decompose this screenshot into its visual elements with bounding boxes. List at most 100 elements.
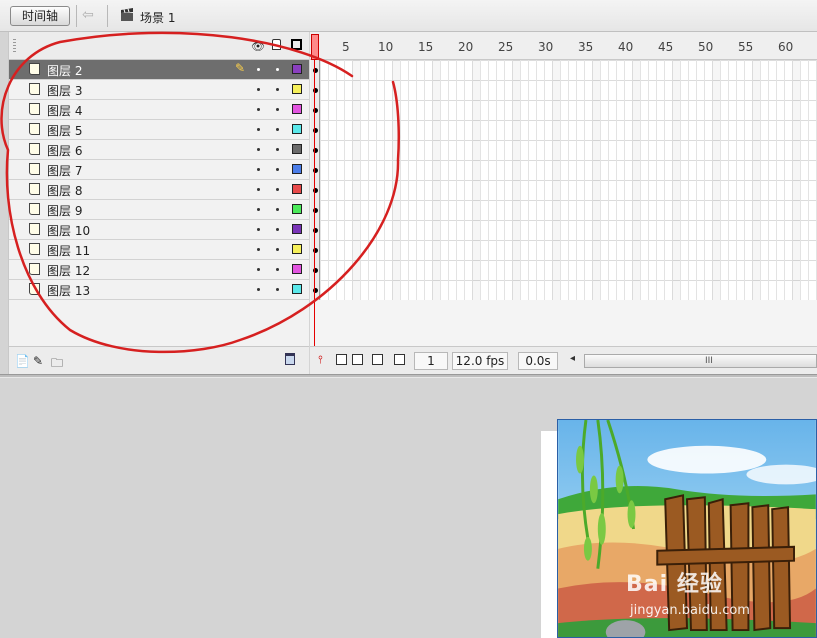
layer-name[interactable]: 图层 5 — [47, 122, 82, 139]
layer-row[interactable]: 图层 6 — [9, 140, 309, 160]
lock-toggle-dot[interactable] — [276, 208, 279, 211]
layer-row[interactable]: 图层 2 ✎ — [9, 60, 309, 80]
timeline-toggle-button[interactable]: 时间轴 — [10, 6, 70, 26]
lock-toggle-dot[interactable] — [276, 228, 279, 231]
layer-type-icon — [29, 163, 40, 175]
layer-name[interactable]: 图层 11 — [47, 242, 90, 259]
frame-ruler[interactable]: 5 10 15 20 25 30 35 40 45 50 55 60 — [310, 32, 817, 60]
layer-row[interactable]: 图层 9 — [9, 200, 309, 220]
panel-splitter[interactable] — [0, 374, 817, 378]
edit-multiple-frames-icon[interactable] — [372, 354, 383, 365]
layer-row[interactable]: 图层 12 — [9, 260, 309, 280]
add-motion-guide-icon[interactable]: ✎ — [33, 354, 43, 368]
layer-name[interactable]: 图层 12 — [47, 262, 90, 279]
layer-type-icon — [29, 263, 40, 275]
onion-skin-outlines-icon[interactable] — [352, 354, 363, 365]
lock-toggle-dot[interactable] — [276, 68, 279, 71]
layer-row[interactable]: 图层 3 — [9, 80, 309, 100]
lock-toggle-dot[interactable] — [276, 188, 279, 191]
lock-toggle-dot[interactable] — [276, 88, 279, 91]
lock-toggle-dot[interactable] — [276, 268, 279, 271]
outline-color-swatch[interactable] — [292, 224, 302, 234]
frame-rate-field[interactable]: 12.0 fps — [452, 352, 508, 370]
outline-color-swatch[interactable] — [292, 104, 302, 114]
show-hide-all-eye-icon[interactable]: 👁 — [251, 40, 265, 53]
outline-color-swatch[interactable] — [292, 184, 302, 194]
lock-toggle-dot[interactable] — [276, 108, 279, 111]
scrollbar-grip-icon[interactable]: III — [705, 356, 713, 366]
lock-toggle-dot[interactable] — [276, 168, 279, 171]
playhead-handle[interactable] — [311, 34, 319, 60]
layer-row[interactable]: 图层 11 — [9, 240, 309, 260]
onion-skin-icon[interactable] — [336, 354, 347, 365]
outline-color-swatch[interactable] — [292, 204, 302, 214]
scroll-left-arrow-icon[interactable]: ◂ — [570, 353, 575, 364]
layer-type-icon — [29, 83, 40, 95]
lock-toggle-dot[interactable] — [276, 288, 279, 291]
frame-number-label: 45 — [658, 40, 674, 54]
visibility-toggle-dot[interactable] — [257, 188, 260, 191]
toolbar-divider — [107, 5, 108, 27]
visibility-toggle-dot[interactable] — [257, 268, 260, 271]
timeline-toolbar: 时间轴 ⇦ 场景 1 — [0, 0, 817, 32]
insert-layer-folder-icon[interactable]: 🗀 — [51, 354, 63, 375]
outline-color-swatch[interactable] — [292, 284, 302, 294]
visibility-toggle-dot[interactable] — [257, 88, 260, 91]
lock-toggle-dot[interactable] — [276, 248, 279, 251]
frame-number-label: 55 — [738, 40, 754, 54]
layer-row[interactable]: 图层 7 — [9, 160, 309, 180]
modify-onion-markers-icon[interactable] — [394, 354, 405, 365]
layer-name[interactable]: 图层 2 — [47, 62, 82, 79]
layer-name[interactable]: 图层 3 — [47, 82, 82, 99]
visibility-toggle-dot[interactable] — [257, 148, 260, 151]
visibility-toggle-dot[interactable] — [257, 168, 260, 171]
outline-color-swatch[interactable] — [292, 144, 302, 154]
scene-label[interactable]: 场景 1 — [140, 9, 175, 26]
center-frame-icon[interactable]: ⫯ — [318, 353, 323, 367]
layer-row[interactable]: 图层 5 — [9, 120, 309, 140]
watermark-brand: Bai 经验 — [626, 572, 723, 597]
lock-all-icon[interactable] — [272, 39, 281, 50]
layer-row[interactable]: 图层 13 — [9, 280, 309, 300]
layer-name[interactable]: 图层 10 — [47, 222, 90, 239]
outline-color-swatch[interactable] — [292, 244, 302, 254]
lock-toggle-dot[interactable] — [276, 148, 279, 151]
frame-number-label: 50 — [698, 40, 714, 54]
layer-row[interactable]: 图层 4 — [9, 100, 309, 120]
layer-panel: 👁 图层 2 ✎ 图层 3 图层 4 图层 5 图层 6 图层 7 图层 8 图层 9 图层 10… — [8, 32, 309, 374]
outline-color-swatch[interactable] — [292, 124, 302, 134]
layer-name[interactable]: 图层 7 — [47, 162, 82, 179]
outline-color-swatch[interactable] — [292, 164, 302, 174]
frame-grid-shading — [320, 60, 817, 300]
outline-color-swatch[interactable] — [292, 64, 302, 74]
layer-row[interactable]: 图层 8 — [9, 180, 309, 200]
visibility-toggle-dot[interactable] — [257, 68, 260, 71]
panel-grip-icon[interactable] — [13, 39, 16, 53]
back-arrow-icon[interactable]: ⇦ — [82, 7, 100, 23]
layer-name[interactable]: 图层 13 — [47, 282, 90, 299]
watermark-url: jingyan.baidu.com — [630, 603, 750, 618]
visibility-toggle-dot[interactable] — [257, 288, 260, 291]
visibility-toggle-dot[interactable] — [257, 108, 260, 111]
visibility-toggle-dot[interactable] — [257, 128, 260, 131]
layer-name[interactable]: 图层 9 — [47, 202, 82, 219]
current-frame-field[interactable]: 1 — [414, 352, 448, 370]
visibility-toggle-dot[interactable] — [257, 248, 260, 251]
keyframe-column[interactable] — [311, 60, 320, 300]
layer-row[interactable]: 图层 10 — [9, 220, 309, 240]
visibility-toggle-dot[interactable] — [257, 208, 260, 211]
outline-color-swatch[interactable] — [292, 84, 302, 94]
lock-toggle-dot[interactable] — [276, 128, 279, 131]
layer-name[interactable]: 图层 8 — [47, 182, 82, 199]
delete-layer-trash-icon[interactable] — [285, 353, 295, 365]
layer-name[interactable]: 图层 4 — [47, 102, 82, 119]
insert-layer-icon[interactable]: 📄 — [15, 354, 30, 368]
layer-name[interactable]: 图层 6 — [47, 142, 82, 159]
timeline-horizontal-scrollbar[interactable]: III — [584, 354, 817, 368]
frame-number-label: 60 — [778, 40, 794, 54]
outline-color-swatch[interactable] — [292, 264, 302, 274]
outline-all-icon[interactable] — [291, 39, 302, 50]
visibility-toggle-dot[interactable] — [257, 228, 260, 231]
layer-panel-footer: 📄 ✎ 🗀 — [9, 346, 309, 374]
frame-number-label: 15 — [418, 40, 434, 54]
